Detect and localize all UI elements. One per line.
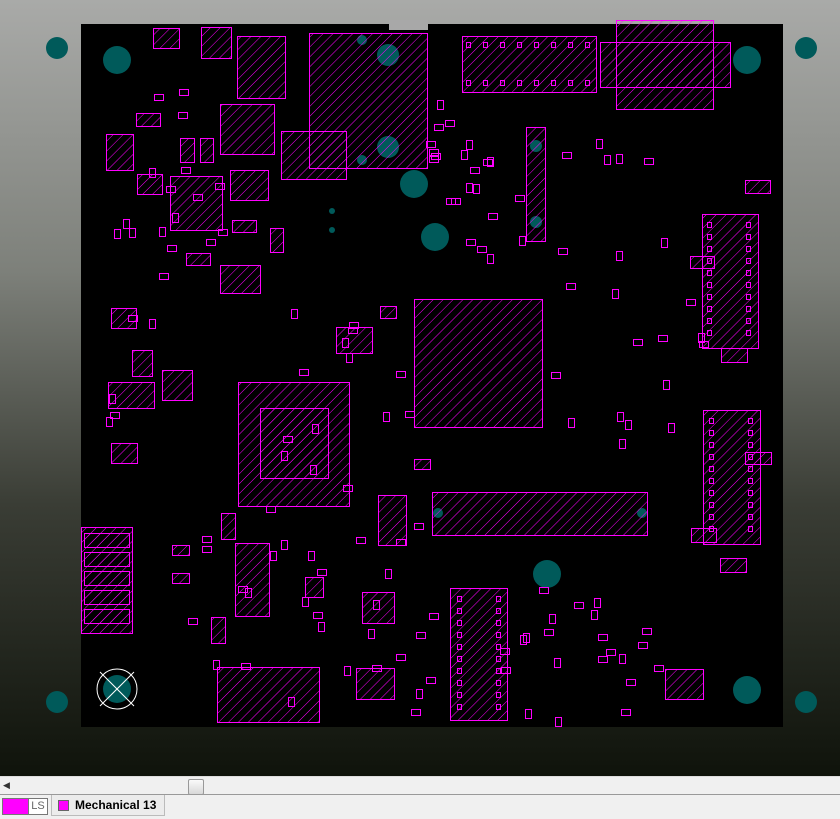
component-footprint <box>106 134 134 171</box>
component-footprint <box>720 558 747 573</box>
current-layer-color-swatch[interactable] <box>2 798 30 815</box>
component-footprint <box>221 513 236 540</box>
component-footprint <box>186 253 211 266</box>
component-footprint <box>745 180 771 194</box>
layer-color-icon <box>58 799 69 811</box>
tab-label: Mechanical 13 <box>75 798 157 812</box>
component-footprint <box>600 42 731 88</box>
scrollbar-thumb[interactable] <box>188 779 204 795</box>
mounting-hole <box>400 170 428 198</box>
component-footprint <box>281 131 347 180</box>
component-footprint <box>526 127 546 242</box>
component-footprint <box>414 459 431 470</box>
component-footprint <box>235 543 270 617</box>
component-footprint <box>230 170 269 201</box>
pad <box>84 552 130 567</box>
component-footprint <box>111 443 138 464</box>
component-footprint <box>237 36 286 99</box>
scroll-left-icon[interactable]: ◀ <box>3 780 10 791</box>
mounting-hole <box>46 691 68 713</box>
component-footprint <box>211 617 226 644</box>
horizontal-scrollbar[interactable]: ◀ <box>0 776 840 795</box>
component-footprint <box>201 27 232 59</box>
component-footprint <box>162 370 193 401</box>
component-footprint <box>172 545 190 556</box>
component-footprint <box>111 308 137 329</box>
pcb-board[interactable] <box>0 0 840 776</box>
component-footprint <box>362 592 395 624</box>
mounting-hole <box>533 560 561 588</box>
component-footprint <box>232 220 257 233</box>
pad <box>84 590 130 605</box>
mounting-hole <box>329 227 335 233</box>
component-footprint <box>200 138 214 163</box>
pcb-canvas[interactable] <box>0 0 840 776</box>
component-footprint <box>180 138 195 163</box>
component-footprint <box>132 350 153 377</box>
component-footprint <box>153 28 180 49</box>
component-footprint <box>220 104 275 155</box>
mounting-hole <box>795 691 817 713</box>
mounting-hole <box>733 46 761 74</box>
layer-set-button[interactable]: LS <box>28 798 48 815</box>
pad <box>84 533 130 548</box>
component-footprint <box>270 228 284 253</box>
component-footprint <box>305 577 324 598</box>
mounting-hole <box>329 208 335 214</box>
component-footprint <box>336 327 373 354</box>
component-footprint <box>432 492 648 536</box>
component-footprint <box>217 667 320 723</box>
mounting-hole <box>46 37 68 59</box>
mounting-hole <box>795 37 817 59</box>
component-footprint <box>378 495 407 546</box>
mounting-hole <box>733 676 761 704</box>
component-footprint <box>665 669 704 700</box>
component-footprint <box>691 528 717 543</box>
component-footprint <box>414 299 543 428</box>
pad <box>84 609 130 624</box>
component-footprint <box>380 306 397 319</box>
pad <box>84 571 130 586</box>
component-footprint <box>136 113 161 127</box>
tab-mechanical-13[interactable]: Mechanical 13 <box>51 795 166 816</box>
mounting-hole <box>103 46 131 74</box>
component-footprint <box>220 265 261 294</box>
component-footprint <box>462 36 597 93</box>
component-footprint <box>172 573 190 584</box>
component-footprint <box>356 668 395 700</box>
layer-tabs-bar: LS Mechanical 13 <box>0 794 840 819</box>
component-footprint <box>260 408 329 479</box>
component-footprint <box>721 348 748 363</box>
mounting-hole <box>421 223 449 251</box>
